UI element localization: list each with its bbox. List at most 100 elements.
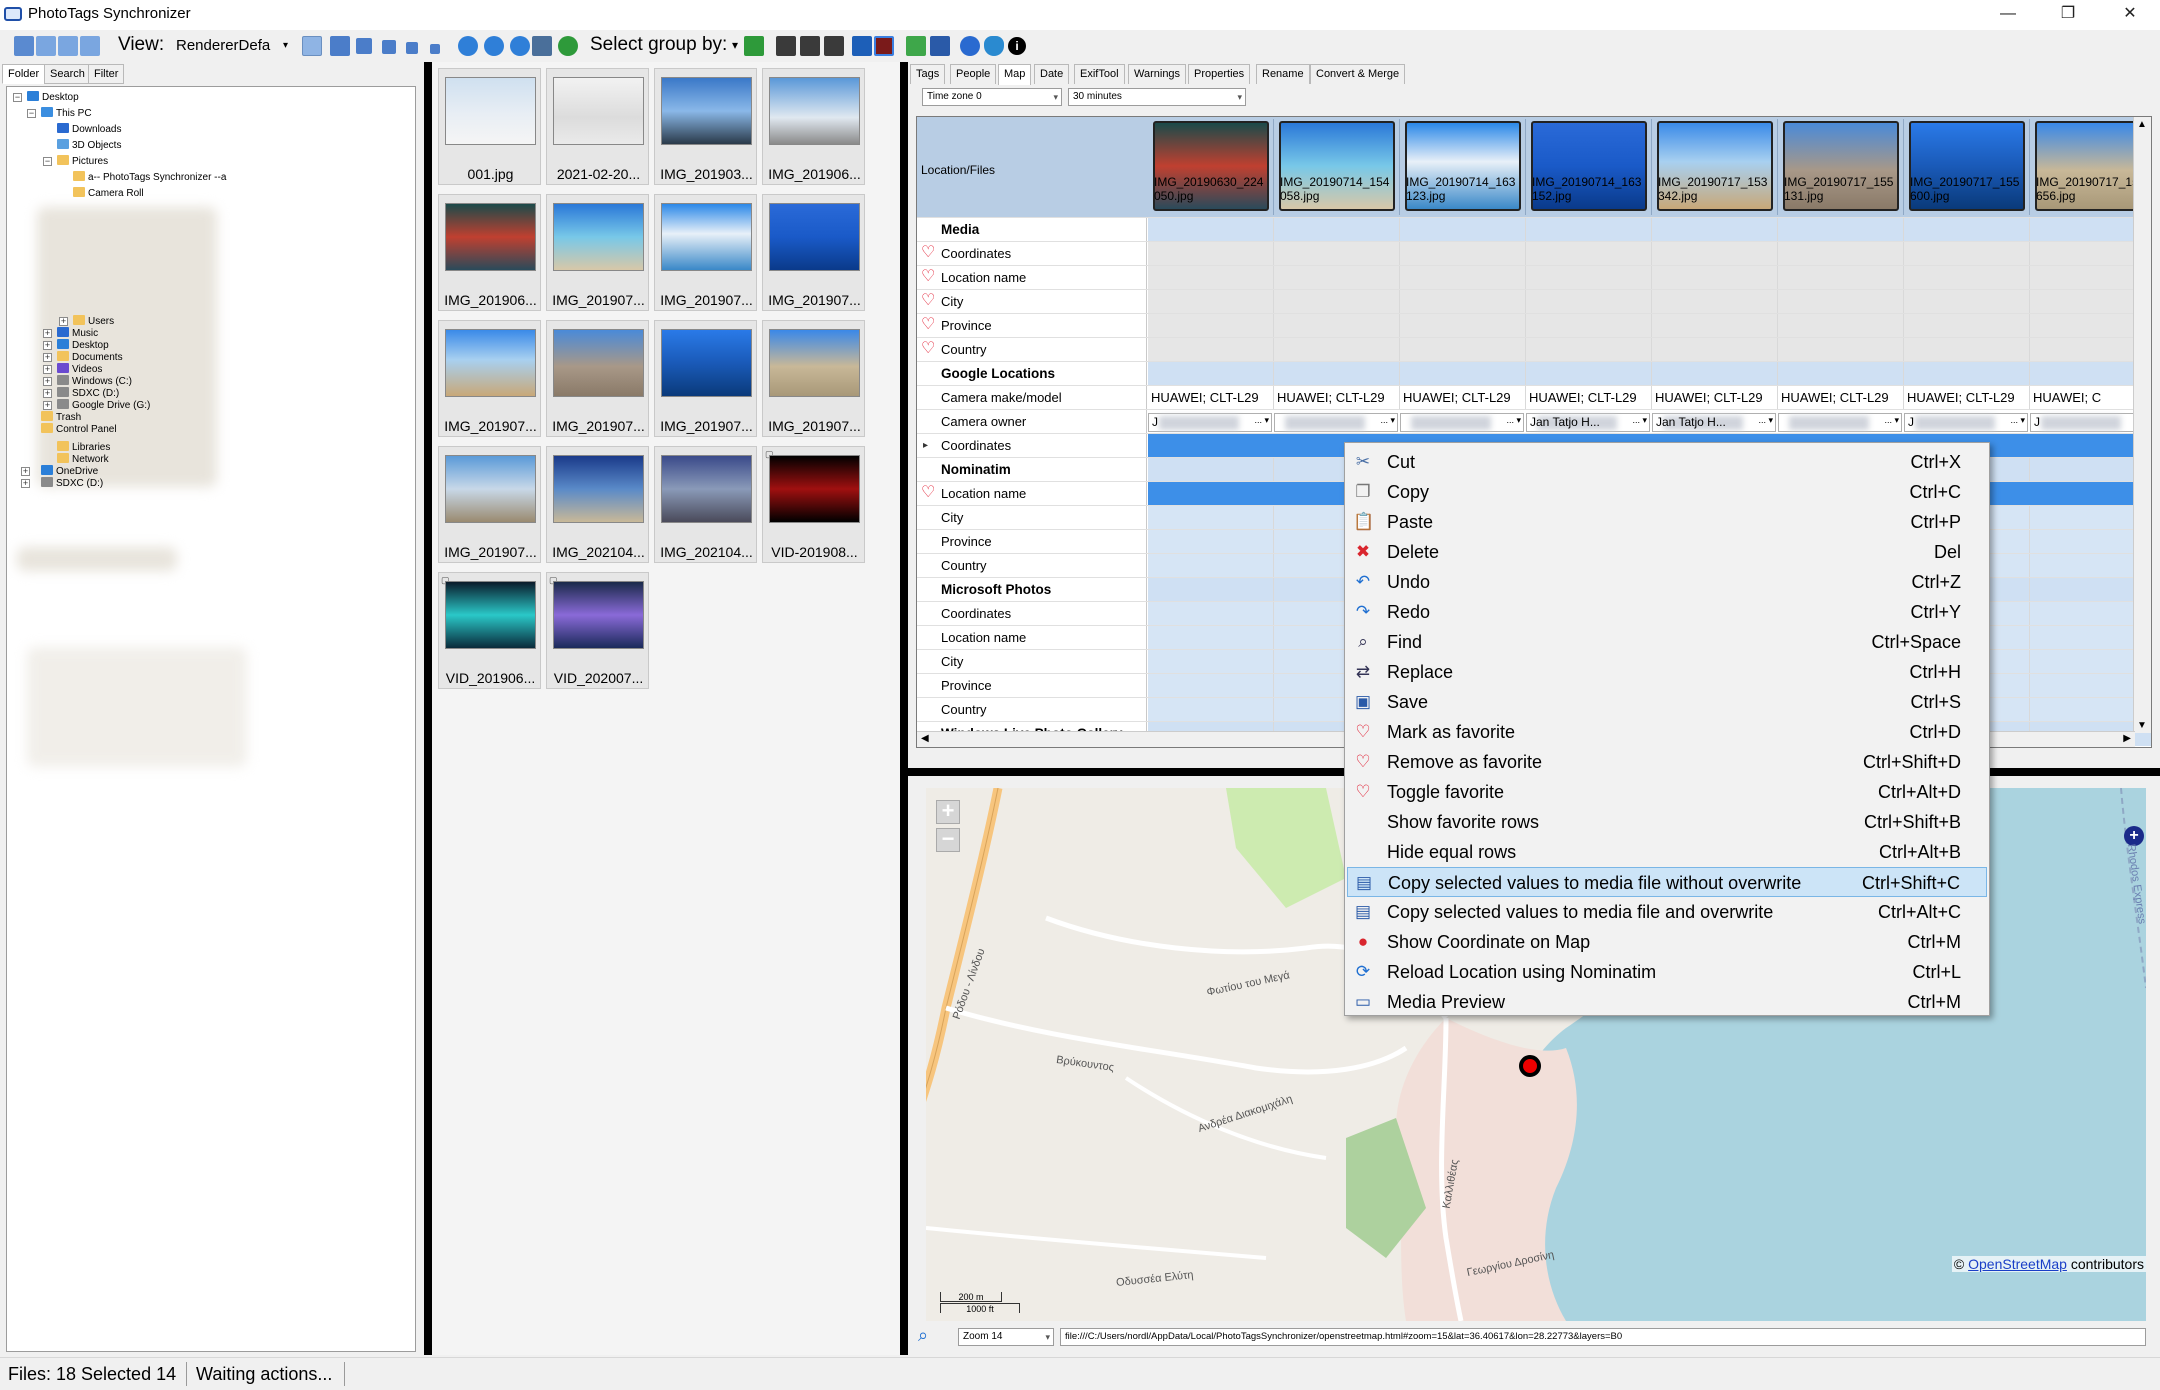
grid-cell[interactable] (1148, 506, 1274, 530)
column-header[interactable]: IMG_20190714_154058.jpg (1274, 119, 1400, 215)
row-label[interactable]: Location name (917, 482, 1147, 506)
menu-item-show-favorite-rows[interactable]: Show favorite rows Ctrl+Shift+B (1347, 807, 1987, 837)
grid-cell[interactable] (1400, 266, 1526, 290)
grid-cell[interactable] (1148, 266, 1274, 290)
grid-cell[interactable] (1400, 338, 1526, 362)
grid-cell[interactable]: HUAWEI; CLT-L29 (1652, 386, 1778, 410)
tab-people[interactable]: People (950, 64, 997, 84)
favorite-heart-icon[interactable]: ♡ (921, 341, 936, 357)
grid-cell[interactable] (1652, 290, 1778, 314)
auto-group-icon[interactable] (744, 36, 764, 56)
grid-cell[interactable] (1652, 218, 1778, 242)
grid-row[interactable]: Province ♡ (917, 313, 2151, 338)
grid-cell[interactable] (1778, 218, 1904, 242)
grid-row[interactable]: City ♡ (917, 289, 2151, 314)
grid-cell[interactable] (1400, 242, 1526, 266)
row-label[interactable]: Coordinates (917, 602, 1147, 626)
grid-cell[interactable] (1904, 338, 2030, 362)
tree-expander[interactable]: − (43, 157, 52, 166)
row-label[interactable]: Province (917, 674, 1147, 698)
view-grid-icon[interactable] (14, 36, 34, 56)
tree-expander[interactable]: + (43, 341, 52, 350)
row-label[interactable]: Country (917, 338, 1147, 362)
row-label[interactable]: City (917, 290, 1147, 314)
row-label[interactable]: Google Locations (917, 362, 1147, 386)
menu-item-save[interactable]: ▣ Save Ctrl+S (1347, 687, 1987, 717)
tab-filter[interactable]: Filter (88, 64, 125, 84)
thumbnail-item[interactable]: IMG_202104... (546, 446, 649, 563)
close-button[interactable]: ✕ (2100, 0, 2160, 30)
thumbnail-item[interactable]: ▢ VID-201908... (762, 446, 865, 563)
tree-item[interactable]: Downloads (57, 123, 121, 137)
grid-cell[interactable] (1400, 314, 1526, 338)
grid-cell[interactable]: HUAWEI; CLT-L29 (1526, 386, 1652, 410)
grid-cell[interactable] (1274, 338, 1400, 362)
rotate-right-icon[interactable] (510, 36, 530, 56)
rotate-left-icon[interactable] (458, 36, 478, 56)
column-header[interactable]: IMG_20190630_224050.jpg (1148, 119, 1274, 215)
owner-dropdown[interactable]: J ... ▾ (1148, 413, 1272, 432)
group-rows-icon[interactable] (824, 36, 844, 56)
grid-cell[interactable] (1904, 242, 2030, 266)
splitter-middle[interactable] (900, 62, 908, 1355)
tree-item[interactable]: a-- PhotoTags Synchronizer --a (73, 171, 226, 185)
thumbnail-item[interactable]: IMG_201906... (438, 194, 541, 311)
tab-warnings[interactable]: Warnings (1128, 64, 1187, 84)
view-details-icon[interactable] (80, 36, 100, 56)
scroll-left-icon[interactable]: ◀ (921, 733, 929, 744)
thumbnail-item[interactable]: IMG_201907... (438, 320, 541, 437)
menu-item-show-coordinate-on-map[interactable]: ● Show Coordinate on Map Ctrl+M (1347, 927, 1987, 957)
grid-cell[interactable]: HUAWEI; CLT-L29 (1274, 386, 1400, 410)
row-label[interactable]: Province (917, 314, 1147, 338)
thumbnail-item[interactable]: IMG_201907... (438, 446, 541, 563)
row-label[interactable]: Country (917, 698, 1147, 722)
owner-dropdown[interactable]: ... ▾ (1400, 413, 1524, 432)
group-grid-icon[interactable] (776, 36, 796, 56)
tab-properties[interactable]: Properties (1188, 64, 1251, 84)
folder-tree[interactable]: − Desktop − This PC Downloads 3D Objects − Pict… (6, 86, 416, 1352)
grid-cell[interactable] (1148, 362, 1274, 386)
scroll-up-icon[interactable]: ▲ (2137, 119, 2147, 130)
row-label[interactable]: Microsoft Photos (917, 578, 1147, 602)
menu-item-copy-selected-values-to-media-file-and-overwrite[interactable]: ▤ Copy selected values to media file and … (1347, 897, 1987, 927)
grid-cell[interactable] (1904, 314, 2030, 338)
magnifier-icon[interactable]: ⌕ (918, 1325, 928, 1346)
owner-dropdown[interactable]: ... ▾ (1778, 413, 1902, 432)
column-header[interactable]: IMG_20190717_153342.jpg (1652, 119, 1778, 215)
openstreetmap-link[interactable]: OpenStreetMap (1968, 1256, 2067, 1272)
tab-folder[interactable]: Folder (2, 64, 46, 84)
tree-item[interactable]: SDXC (D:) (41, 477, 103, 491)
favorite-heart-icon[interactable]: ♡ (921, 293, 936, 309)
location-marker[interactable] (1519, 1055, 1541, 1077)
save-icon[interactable] (930, 36, 950, 56)
owner-dropdown[interactable]: J ... ▾ (1904, 413, 2028, 432)
grid-cell[interactable] (1778, 266, 1904, 290)
view-list-icon[interactable] (36, 36, 56, 56)
grid-cell[interactable] (1652, 362, 1778, 386)
favorite-heart-icon[interactable]: ♡ (921, 485, 936, 501)
tree-expander[interactable]: + (21, 467, 30, 476)
grid-cell[interactable] (1526, 314, 1652, 338)
grid-cell[interactable] (1778, 362, 1904, 386)
grid-cell[interactable] (1148, 602, 1274, 626)
tree-expander[interactable]: − (13, 93, 22, 102)
menu-item-reload-location-using-nominatim[interactable]: ⟳ Reload Location using Nominatim Ctrl+L (1347, 957, 1987, 987)
grid-cell[interactable] (1904, 290, 2030, 314)
tree-expander[interactable]: + (43, 389, 52, 398)
thumbnail-item[interactable]: IMG_202104... (654, 446, 757, 563)
image-small-icon[interactable] (382, 40, 396, 54)
owner-dropdown[interactable]: Jan Tatjo H... ... ▾ (1526, 413, 1650, 432)
menu-item-mark-as-favorite[interactable]: ♡ Mark as favorite Ctrl+D (1347, 717, 1987, 747)
thumbnail-item[interactable]: IMG_201903... (654, 68, 757, 185)
scroll-right-icon[interactable]: ▶ (2123, 733, 2131, 744)
menu-item-replace[interactable]: ⇄ Replace Ctrl+H (1347, 657, 1987, 687)
grid-cell[interactable] (1778, 314, 1904, 338)
thumbnail-item[interactable]: IMG_201907... (654, 194, 757, 311)
grid-cell[interactable]: HUAWEI; CLT-L29 (1778, 386, 1904, 410)
tree-expander[interactable]: + (59, 317, 68, 326)
grid-cell[interactable] (1400, 218, 1526, 242)
tab-tags[interactable]: Tags (910, 64, 946, 84)
grid-cell[interactable] (1148, 674, 1274, 698)
thumbnail-item[interactable]: ▢ VID_201906... (438, 572, 541, 689)
grid-cell[interactable] (1274, 362, 1400, 386)
